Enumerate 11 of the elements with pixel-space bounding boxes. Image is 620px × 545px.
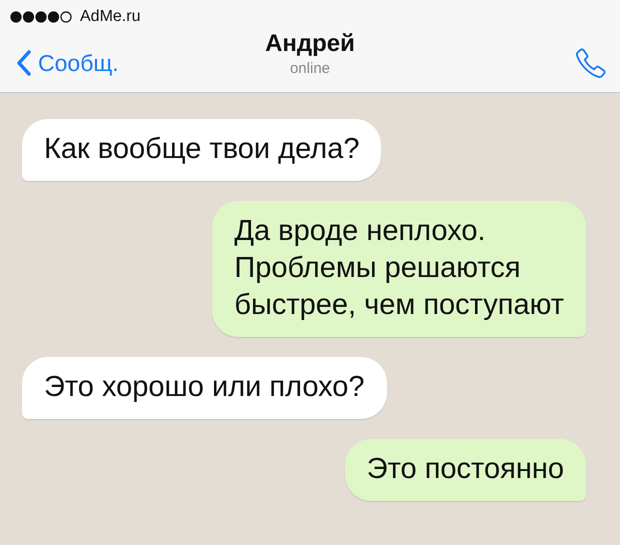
- contact-name: Андрей: [265, 30, 355, 58]
- outgoing-message: Это постоянно: [344, 439, 586, 501]
- phone-icon[interactable]: [574, 46, 608, 80]
- outgoing-message: Да вроде неплохо. Проблемы решаются быстрее, чем поступают: [212, 201, 586, 337]
- back-button[interactable]: Сообщ.: [16, 50, 119, 76]
- contact-status: online: [290, 60, 330, 77]
- chevron-icon: [16, 50, 32, 76]
- signal-icon: [10, 10, 74, 24]
- carrier-name: AdMe.ru: [80, 8, 140, 26]
- incoming-message: Это хорошо или плохо?: [22, 357, 387, 419]
- incoming-message: Как вообще твои дела?: [22, 119, 382, 181]
